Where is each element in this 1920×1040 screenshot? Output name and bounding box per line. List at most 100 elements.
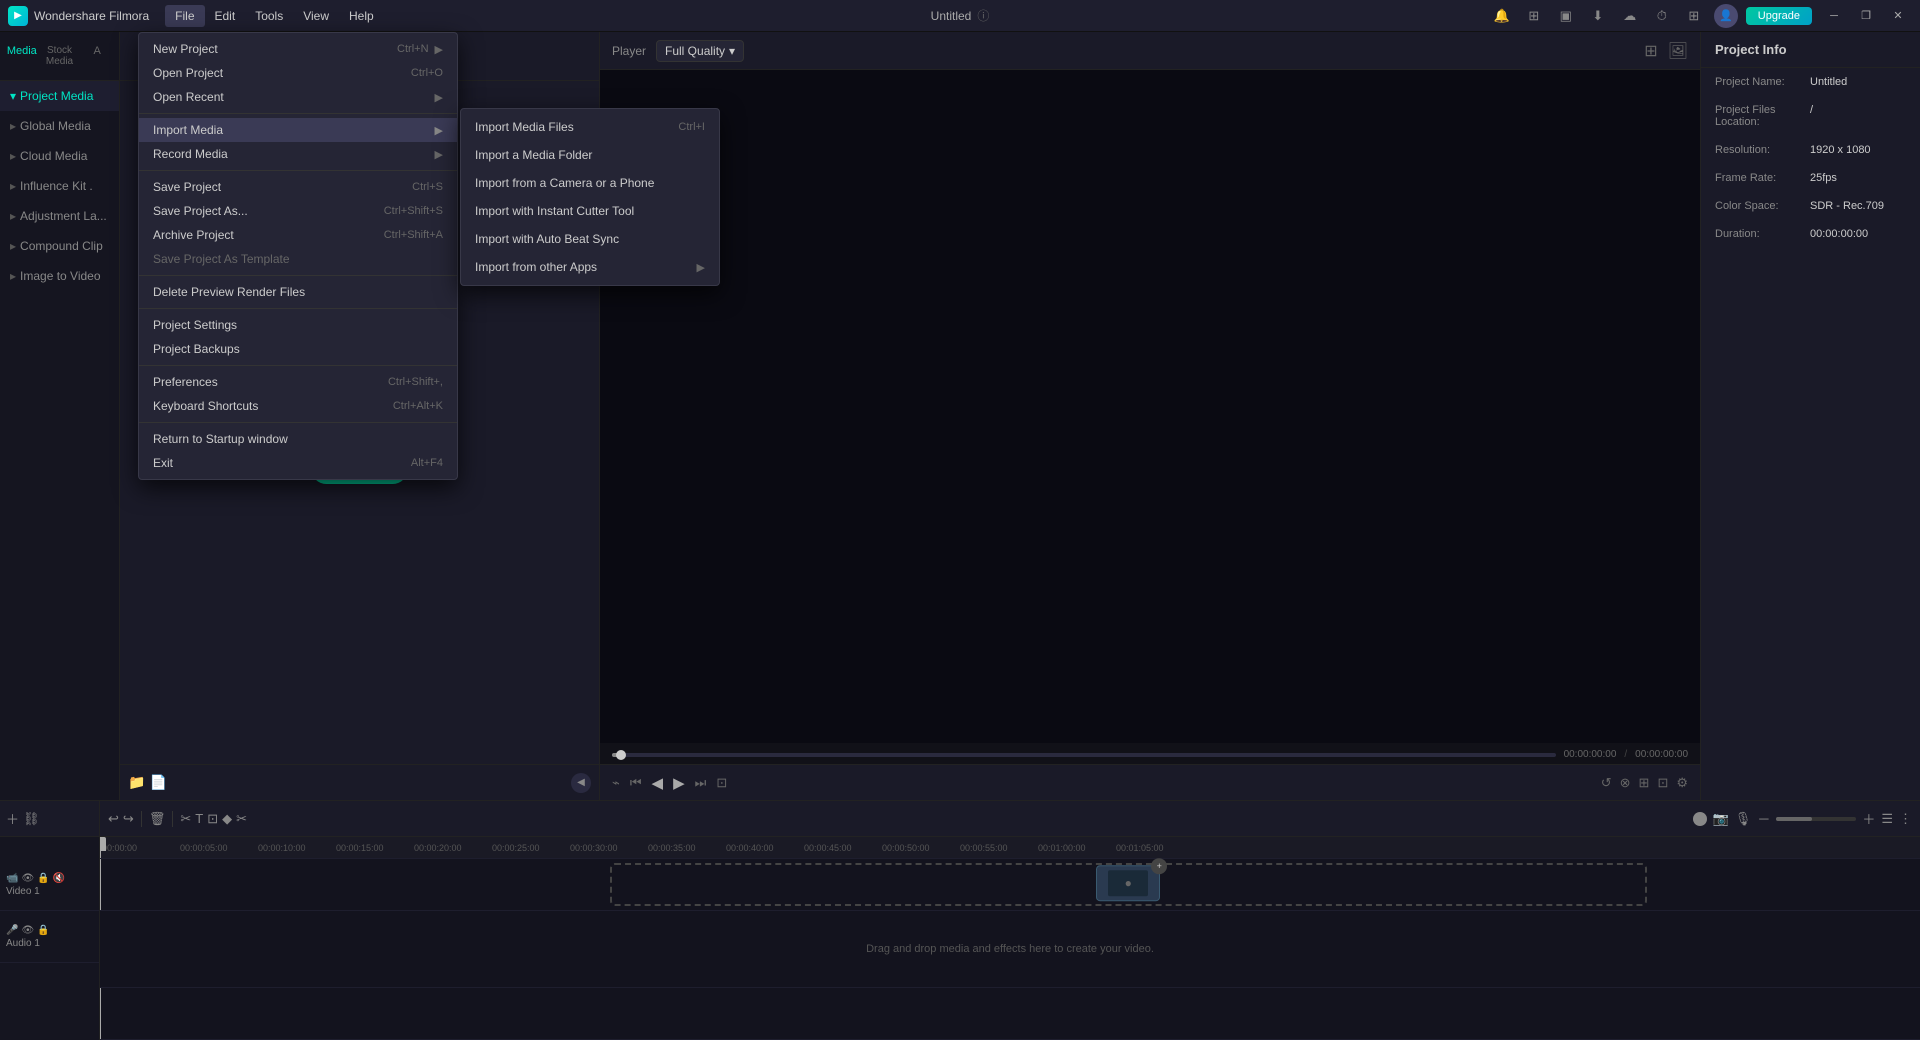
tl-lock2-icon[interactable]: 🔒 xyxy=(37,925,49,936)
menu-save-as[interactable]: Save Project As... Ctrl+Shift+S xyxy=(139,199,457,223)
sidebar-item-cloud-media[interactable]: ▸ Cloud Media xyxy=(0,141,119,171)
menu-new-project[interactable]: New Project Ctrl+N ▶ xyxy=(139,37,457,61)
playhead-head xyxy=(100,837,106,851)
menu-project-backups[interactable]: Project Backups xyxy=(139,337,457,361)
menu-archive[interactable]: Archive Project Ctrl+Shift+A xyxy=(139,223,457,247)
next-frame-btn[interactable]: ⏭ xyxy=(695,775,707,791)
tl-zoom-slider[interactable] xyxy=(1776,817,1856,821)
play-back-btn[interactable]: ◀ xyxy=(652,774,664,792)
menu-edit[interactable]: Edit xyxy=(205,5,246,27)
submenu-import-files[interactable]: Import Media Files Ctrl+I xyxy=(461,113,719,141)
maximize-button[interactable]: ❐ xyxy=(1852,6,1880,26)
bell-icon[interactable]: 🔔 xyxy=(1490,4,1514,28)
menu-view[interactable]: View xyxy=(293,5,339,27)
tl-eye2-icon[interactable]: 👁 xyxy=(21,925,34,936)
collapse-panel-btn[interactable]: ◀ xyxy=(571,773,591,793)
quality-selector[interactable]: Full Quality ▾ xyxy=(656,40,744,62)
grid-view-icon[interactable]: ⊞ xyxy=(1644,41,1657,61)
tl-redo-icon[interactable]: ↪ xyxy=(123,811,134,827)
submenu-auto-beat[interactable]: Import with Auto Beat Sync xyxy=(461,225,719,253)
sidebar-item-image-to-video[interactable]: ▸ Image to Video xyxy=(0,261,119,291)
minimize-button[interactable]: ─ xyxy=(1820,6,1848,26)
tl-text-icon[interactable]: T xyxy=(195,811,203,826)
progress-bar[interactable] xyxy=(612,753,1556,757)
info-row-framerate: Frame Rate: 25fps xyxy=(1701,164,1920,192)
tl-record-btn[interactable] xyxy=(1693,812,1707,826)
tl-add-icon[interactable]: ＋ xyxy=(6,809,19,828)
add-folder-icon[interactable]: 📁 xyxy=(128,774,145,791)
tl-zoom-out-icon[interactable]: － xyxy=(1757,809,1770,828)
clip-block[interactable]: ● + xyxy=(1096,865,1160,901)
mark-in-icon[interactable]: ⌁ xyxy=(612,775,620,791)
menu-tools[interactable]: Tools xyxy=(245,5,293,27)
tl-lock-icon[interactable]: 🔒 xyxy=(37,873,49,884)
tl-sep2 xyxy=(172,811,173,827)
file-dropdown-menu: New Project Ctrl+N ▶ Open Project Ctrl+O… xyxy=(138,32,458,480)
menu-project-settings[interactable]: Project Settings xyxy=(139,313,457,337)
tl-crop-icon[interactable]: ⊡ xyxy=(207,811,218,827)
overlay-icon[interactable]: ⊞ xyxy=(1639,775,1650,791)
snapshot-icon[interactable]: 🖼 xyxy=(1668,41,1688,61)
menu-help[interactable]: Help xyxy=(339,5,384,27)
upgrade-button[interactable]: Upgrade xyxy=(1746,7,1812,25)
sidebar-tab-audio[interactable]: A xyxy=(79,40,115,72)
submenu-import-folder[interactable]: Import a Media Folder xyxy=(461,141,719,169)
loop-icon[interactable]: ↺ xyxy=(1601,775,1612,791)
tl-mic2-icon[interactable]: 🎙 xyxy=(1735,811,1752,827)
menu-return-startup[interactable]: Return to Startup window xyxy=(139,427,457,451)
sidebar-label6: Compound Clip xyxy=(20,239,103,253)
sidebar-item-project-media[interactable]: ▾ Project Media xyxy=(0,81,119,111)
tl-more-icon[interactable]: ⋮ xyxy=(1899,811,1912,827)
tl-camera-icon[interactable]: 📹 xyxy=(6,873,18,884)
submenu-instant-cutter[interactable]: Import with Instant Cutter Tool xyxy=(461,197,719,225)
menu-keyboard-shortcuts[interactable]: Keyboard Shortcuts Ctrl+Alt+K xyxy=(139,394,457,418)
timer-icon[interactable]: ⏱ xyxy=(1650,4,1674,28)
cloud-upload-icon[interactable]: ☁ xyxy=(1618,4,1642,28)
sidebar-item-influence-kit[interactable]: ▸ Influence Kit . xyxy=(0,171,119,201)
avatar[interactable]: 👤 xyxy=(1714,4,1738,28)
tl-zoom-in-icon[interactable]: ＋ xyxy=(1862,809,1875,828)
menu-exit[interactable]: Exit Alt+F4 xyxy=(139,451,457,475)
grid-icon[interactable]: ⊞ xyxy=(1682,4,1706,28)
tl-camera2-icon[interactable]: 📷 xyxy=(1713,811,1729,827)
layout-icon[interactable]: ⊞ xyxy=(1522,4,1546,28)
tl-cut-icon[interactable]: ✂ xyxy=(180,811,191,827)
tl-list-icon[interactable]: ☰ xyxy=(1881,811,1893,827)
tl-keyframe-icon[interactable]: ◆ xyxy=(222,811,232,827)
menu-import-media[interactable]: Import Media ▶ xyxy=(139,118,457,142)
menu-preferences[interactable]: Preferences Ctrl+Shift+, xyxy=(139,370,457,394)
menu-delete-preview[interactable]: Delete Preview Render Files xyxy=(139,280,457,304)
clip-add-btn[interactable]: + xyxy=(1151,858,1167,874)
tl-scissors-icon[interactable]: ✂ xyxy=(236,811,247,827)
settings-ctrl-icon[interactable]: ⚙ xyxy=(1676,775,1688,791)
sidebar-item-adjustment[interactable]: ▸ Adjustment La... xyxy=(0,201,119,231)
download-icon[interactable]: ⬇ xyxy=(1586,4,1610,28)
fullscreen-btn[interactable]: ⊡ xyxy=(716,775,727,791)
prev-frame-btn[interactable]: ⏮ xyxy=(630,775,642,791)
screen-icon[interactable]: ▣ xyxy=(1554,4,1578,28)
menu-open-project[interactable]: Open Project Ctrl+O xyxy=(139,61,457,85)
extra-icon[interactable]: ⊡ xyxy=(1657,775,1668,791)
sidebar-item-compound-clip[interactable]: ▸ Compound Clip xyxy=(0,231,119,261)
sidebar-tab-media[interactable]: Media xyxy=(4,40,40,72)
menu-file[interactable]: File xyxy=(165,5,204,27)
menu-saveas-label: Save Project As... xyxy=(153,204,384,218)
snap-icon[interactable]: ⊗ xyxy=(1620,775,1631,791)
menu-record-media[interactable]: Record Media ▶ xyxy=(139,142,457,166)
add-file-icon[interactable]: 📄 xyxy=(149,774,166,791)
menu-open-recent[interactable]: Open Recent ▶ xyxy=(139,85,457,109)
play-btn[interactable]: ▶ xyxy=(673,774,685,792)
tl-eye-icon[interactable]: 👁 xyxy=(21,873,34,884)
close-button[interactable]: ✕ xyxy=(1884,6,1912,26)
submenu-import-camera[interactable]: Import from a Camera or a Phone xyxy=(461,169,719,197)
tl-delete-icon[interactable]: 🗑 xyxy=(149,811,166,827)
menu-save-template[interactable]: Save Project As Template xyxy=(139,247,457,271)
tl-link-icon[interactable]: ⛓ xyxy=(23,811,40,827)
tl-mic-icon[interactable]: 🎤 xyxy=(6,925,18,936)
sidebar-tab-stock[interactable]: Stock Media xyxy=(42,40,78,72)
sidebar-item-global-media[interactable]: ▸ Global Media xyxy=(0,111,119,141)
tl-mute-icon[interactable]: 🔇 xyxy=(53,873,65,884)
submenu-other-apps[interactable]: Import from other Apps ▶ xyxy=(461,253,719,281)
tl-undo-icon[interactable]: ↩ xyxy=(108,811,119,827)
menu-save-project[interactable]: Save Project Ctrl+S xyxy=(139,175,457,199)
